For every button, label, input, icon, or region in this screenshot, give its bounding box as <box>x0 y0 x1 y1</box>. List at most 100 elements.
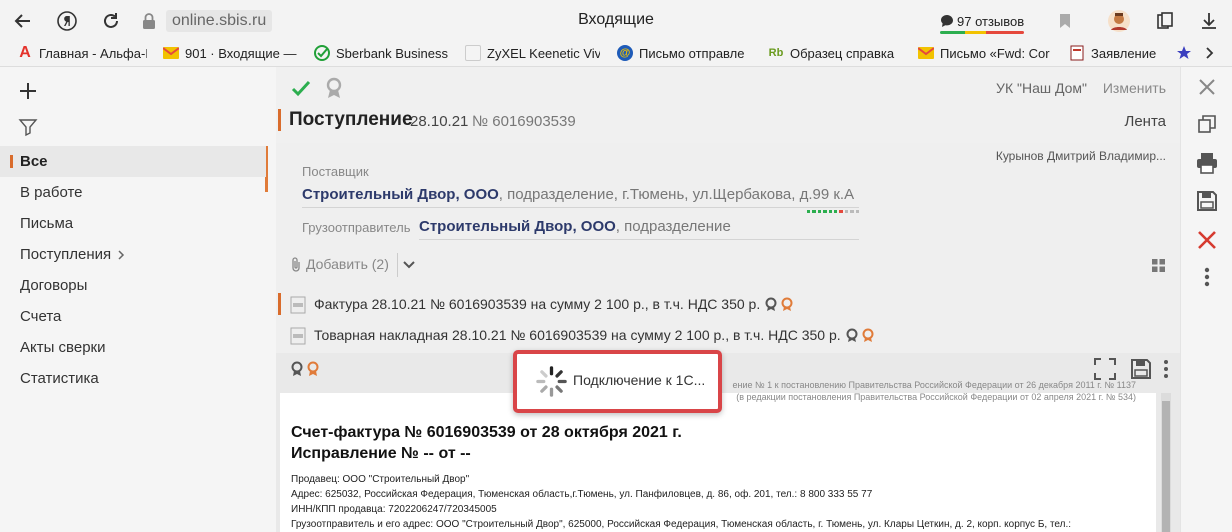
sidebar-item-label: В работе <box>20 184 83 201</box>
browser-toolbar: online.sbis.ru Входящие 97 отзывов <box>0 0 1232 40</box>
invoice-correction-line: Исправление № -- от -- <box>291 445 471 462</box>
expand-icon[interactable] <box>1094 358 1116 380</box>
xml-file-icon <box>290 296 306 314</box>
right-toolbar <box>1180 67 1232 532</box>
bookmark-icon[interactable] <box>1052 8 1078 34</box>
bookmark-letter-fwd[interactable]: Письмо «Fwd: Cor <box>918 43 1053 63</box>
attachment-title: Фактура 28.10.21 № 6016903539 на сумму 2… <box>314 296 796 312</box>
more-bookmarks-icon[interactable] <box>1205 43 1223 63</box>
bookmark-label: Заявление <box>1091 45 1157 61</box>
paperclip-icon <box>292 257 300 272</box>
alfa-icon: Α <box>19 44 31 61</box>
viewer-scrollbar[interactable] <box>1161 393 1171 532</box>
back-icon[interactable] <box>10 8 36 34</box>
bookmarks-bar: Α Главная - Альфа-Б 901 · Входящие — Sbe… <box>0 40 1232 67</box>
star-icon[interactable] <box>1176 43 1196 63</box>
invoice-details: Продавец: ООО "Строительный Двор" Адрес:… <box>291 472 1071 532</box>
sidebar-item-in-work[interactable]: В работе <box>0 177 266 208</box>
mailru-icon: @ <box>617 45 633 61</box>
attachment-title: Товарная накладная 28.10.21 № 6016903539… <box>314 327 877 343</box>
sidebar-item-label: Акты сверки <box>20 339 106 356</box>
save-icon[interactable] <box>1195 189 1219 213</box>
bookmark-label: Письмо отправле <box>639 45 745 61</box>
yandex-icon[interactable] <box>54 8 80 34</box>
bookmark-label: ZyXEL Keenetic Viv <box>487 45 600 61</box>
shipper-label: Грузоотправитель <box>302 220 411 235</box>
address-bar[interactable]: online.sbis.ru <box>140 8 273 34</box>
profile-icon[interactable] <box>1106 8 1132 34</box>
collections-icon[interactable] <box>1152 8 1178 34</box>
sidebar-item-all[interactable]: Все <box>0 146 266 177</box>
scrollbar-thumb[interactable] <box>1162 401 1170 532</box>
bookmark-alfa[interactable]: Α Главная - Альфа-Б <box>17 43 147 63</box>
print-icon[interactable] <box>1195 151 1219 175</box>
bookmark-label: Sberbank Business <box>336 45 449 61</box>
sidebar-item-label: Счета <box>20 308 62 325</box>
grid-view-icon[interactable] <box>1152 259 1165 272</box>
bookmark-mail-inbox[interactable]: 901 · Входящие — <box>163 43 298 63</box>
signature-badge-icon[interactable] <box>324 77 344 99</box>
rb-icon: Rb <box>768 47 784 59</box>
chat-icon <box>941 15 953 27</box>
legal-reference: ение № 1 к постановлению Правительства Р… <box>732 379 1136 403</box>
spinner-icon <box>536 366 567 397</box>
copy-icon[interactable] <box>1195 112 1219 136</box>
reviews-rating-bar <box>940 31 1025 34</box>
title-accent <box>278 109 281 131</box>
signature-badges-icon <box>846 328 874 342</box>
sidebar-item-contracts[interactable]: Договоры <box>0 270 266 301</box>
mail-icon <box>163 45 179 61</box>
reviews-badge[interactable]: 97 отзывов <box>940 8 1025 34</box>
reload-icon[interactable] <box>98 8 124 34</box>
check-icon[interactable] <box>290 77 312 99</box>
sidebar-item-invoices[interactable]: Счета <box>0 301 266 332</box>
zyxel-icon <box>465 45 481 61</box>
close-icon[interactable] <box>1195 75 1219 99</box>
save-icon[interactable] <box>1130 358 1152 380</box>
bookmark-label: Письмо «Fwd: Cor <box>940 45 1050 61</box>
bookmark-sberbank[interactable]: Sberbank Business <box>314 43 449 63</box>
legal-line: (в редакции постановления Правительства … <box>736 392 1136 402</box>
organization-link[interactable]: УК "Наш Дом" <box>996 80 1087 96</box>
bookmark-letter-sent[interactable]: @ Письмо отправле <box>617 43 752 63</box>
feed-button[interactable]: Лента <box>1124 113 1166 130</box>
more-icon[interactable] <box>1162 358 1170 380</box>
url-text: online.sbis.ru <box>166 10 273 32</box>
shipper-line: Грузоотправитель и его адрес: ООО "Строи… <box>291 519 1072 530</box>
sidebar-item-statistics[interactable]: Статистика <box>0 363 266 394</box>
responsible-user[interactable]: Курынов Дмитрий Владимир... <box>996 149 1166 163</box>
sidebar-item-label: Письма <box>20 215 74 232</box>
create-button[interactable] <box>12 75 44 107</box>
lock-icon <box>143 13 155 29</box>
inn-line: ИНН/КПП продавца: 7202206247/720345005 <box>291 504 497 515</box>
sidebar-item-receipts[interactable]: Поступления <box>0 239 266 270</box>
filter-icon[interactable] <box>18 117 38 137</box>
bookmark-zyxel[interactable]: ZyXEL Keenetic Viv <box>465 43 600 63</box>
sidebar-item-reconciliation[interactable]: Акты сверки <box>0 332 266 363</box>
shipper-details: , подразделение <box>615 218 731 235</box>
chevron-down-icon[interactable] <box>402 259 416 271</box>
shipper-field[interactable]: Строительный Двор, ООО, подразделение <box>419 218 859 240</box>
document-type: Поступление <box>289 109 413 130</box>
signature-badges-icon <box>291 361 319 376</box>
bookmark-sample[interactable]: Rb Образец справка <box>768 43 903 63</box>
sidebar: Все В работе Письма Поступления Договоры… <box>0 67 276 532</box>
sidebar-item-letters[interactable]: Письма <box>0 208 266 239</box>
sidebar-item-label: Все <box>20 153 48 170</box>
invoice-title: Счет-фактура № 6016903539 от 28 октября … <box>291 422 682 464</box>
add-attachment-button[interactable]: Добавить (2) <box>290 256 389 272</box>
supplier-field[interactable]: Строительный Двор, ООО, подразделение, г… <box>302 186 859 208</box>
sidebar-item-label: Договоры <box>20 277 88 294</box>
download-icon[interactable] <box>1196 8 1222 34</box>
more-icon[interactable] <box>1195 265 1219 289</box>
bookmark-application[interactable]: Заявление <box>1069 43 1169 63</box>
invoice-title-line: Счет-фактура № 6016903539 от 28 октября … <box>291 424 682 441</box>
attachment-invoice[interactable]: Фактура 28.10.21 № 6016903539 на сумму 2… <box>276 289 1180 319</box>
attachment-waybill[interactable]: Товарная накладная 28.10.21 № 6016903539… <box>276 320 1180 350</box>
change-button[interactable]: Изменить <box>1103 80 1166 96</box>
document-card: Курынов Дмитрий Владимир... Поставщик Ст… <box>276 143 1180 353</box>
doc-icon <box>1069 45 1085 61</box>
delete-icon[interactable] <box>1195 228 1219 252</box>
bookmark-label: Образец справка <box>790 45 895 61</box>
chevron-right-icon[interactable] <box>116 250 126 260</box>
